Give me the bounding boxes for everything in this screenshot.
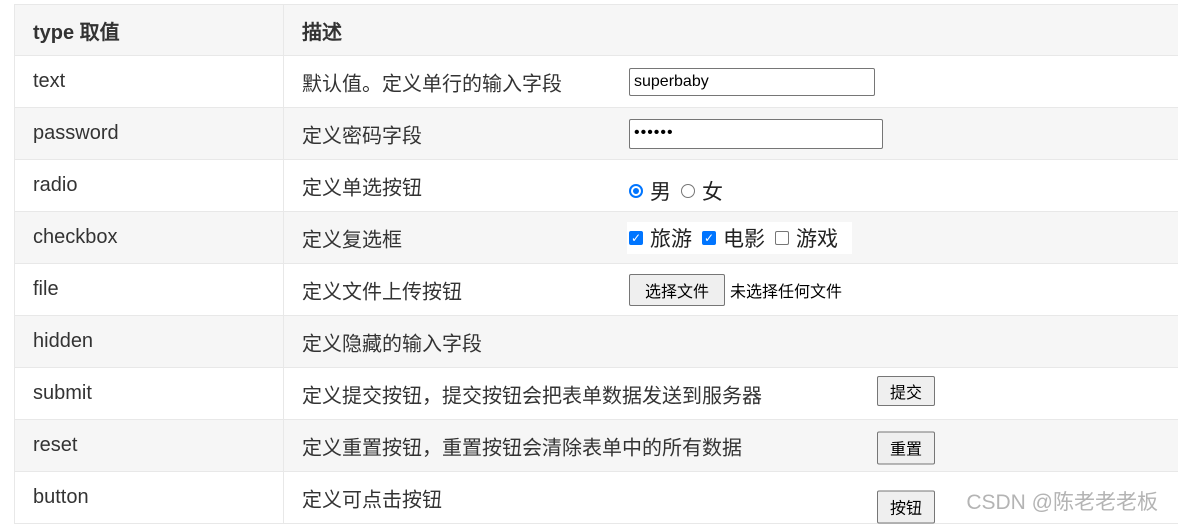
desc-text: 定义密码字段	[302, 125, 422, 147]
type-cell: submit	[14, 367, 284, 420]
desc-text: 定义文件上传按钮	[302, 281, 462, 303]
desc-cell: 默认值。定义单行的输入字段 superbaby	[283, 55, 1178, 108]
checkbox-travel[interactable]: ✓	[629, 230, 643, 245]
desc-cell: 定义提交按钮，提交按钮会把表单数据发送到服务器 提交	[283, 367, 1178, 420]
input-types-table-wrapper: type 取值 描述 text 默认值。定义单行的输入字段 superbaby …	[14, 4, 1178, 524]
demo-area: 男 女	[629, 176, 733, 206]
desc-cell: 定义单选按钮 男 女	[283, 159, 1178, 212]
desc-text: 定义隐藏的输入字段	[302, 333, 482, 355]
type-cell: password	[14, 107, 284, 160]
csdn-watermark: CSDN @陈老老老板	[966, 491, 1158, 514]
table-row-password: password 定义密码字段 ••••••	[14, 107, 1178, 160]
desc-text: 定义重置按钮，重置按钮会清除表单中的所有数据	[302, 437, 742, 459]
radio-male[interactable]	[629, 183, 643, 198]
password-input[interactable]: ••••••	[629, 118, 883, 149]
table-row-file: file 定义文件上传按钮 选择文件 未选择任何文件	[14, 263, 1178, 316]
reset-button[interactable]: 重置	[877, 431, 935, 464]
desc-cell: 定义重置按钮，重置按钮会清除表单中的所有数据 重置	[283, 419, 1178, 472]
checkbox-movie-label: 电影	[723, 227, 765, 251]
desc-text: 默认值。定义单行的输入字段	[302, 73, 562, 95]
type-cell: hidden	[14, 315, 284, 368]
table-header-row: type 取值 描述	[14, 4, 1178, 56]
demo-area: 提交	[877, 375, 935, 406]
choose-file-button[interactable]: 选择文件	[629, 273, 725, 306]
demo-area: ✓ 旅游 ✓ 电影 游戏	[627, 221, 852, 254]
checkbox-travel-label: 旅游	[650, 227, 692, 251]
table-row-submit: submit 定义提交按钮，提交按钮会把表单数据发送到服务器 提交	[14, 367, 1178, 420]
desc-cell: 定义复选框 ✓ 旅游 ✓ 电影 游戏	[283, 211, 1178, 264]
table-row-checkbox: checkbox 定义复选框 ✓ 旅游 ✓ 电影 游戏	[14, 211, 1178, 264]
input-types-table: type 取值 描述 text 默认值。定义单行的输入字段 superbaby …	[14, 4, 1178, 524]
desc-cell: 定义密码字段 ••••••	[283, 107, 1178, 160]
checkbox-game-label: 游戏	[796, 227, 838, 251]
desc-cell: 定义文件上传按钮 选择文件 未选择任何文件	[283, 263, 1178, 316]
demo-area: 选择文件 未选择任何文件	[629, 273, 843, 306]
desc-text: 定义单选按钮	[302, 177, 422, 199]
header-type-col: type 取值	[14, 4, 284, 56]
type-cell: radio	[14, 159, 284, 212]
type-cell: checkbox	[14, 211, 284, 264]
type-cell: file	[14, 263, 284, 316]
table-row-hidden: hidden 定义隐藏的输入字段	[14, 315, 1178, 368]
desc-cell: 定义隐藏的输入字段	[283, 315, 1178, 368]
radio-female[interactable]	[681, 183, 695, 198]
checkbox-game[interactable]	[775, 230, 789, 245]
table-row-text: text 默认值。定义单行的输入字段 superbaby	[14, 55, 1178, 108]
radio-male-label: 男	[650, 180, 671, 204]
demo-area: superbaby	[629, 67, 875, 96]
file-status-text: 未选择任何文件	[730, 283, 843, 301]
type-cell: reset	[14, 419, 284, 472]
type-cell: text	[14, 55, 284, 108]
radio-female-label: 女	[702, 180, 723, 204]
submit-button[interactable]: 提交	[877, 375, 935, 406]
demo-area: ••••••	[629, 118, 883, 149]
checkbox-movie[interactable]: ✓	[702, 230, 716, 245]
text-input[interactable]: superbaby	[629, 67, 875, 96]
table-row-radio: radio 定义单选按钮 男 女	[14, 159, 1178, 212]
plain-button[interactable]: 按钮	[877, 490, 935, 523]
header-desc-col: 描述	[283, 4, 1178, 56]
table-row-reset: reset 定义重置按钮，重置按钮会清除表单中的所有数据 重置	[14, 419, 1178, 472]
desc-text: 定义提交按钮，提交按钮会把表单数据发送到服务器	[302, 385, 762, 407]
desc-text: 定义可点击按钮	[302, 489, 442, 511]
desc-text: 定义复选框	[302, 229, 402, 251]
demo-area: 按钮	[877, 490, 935, 523]
demo-area: 重置	[877, 431, 935, 464]
type-cell: button	[14, 471, 284, 524]
